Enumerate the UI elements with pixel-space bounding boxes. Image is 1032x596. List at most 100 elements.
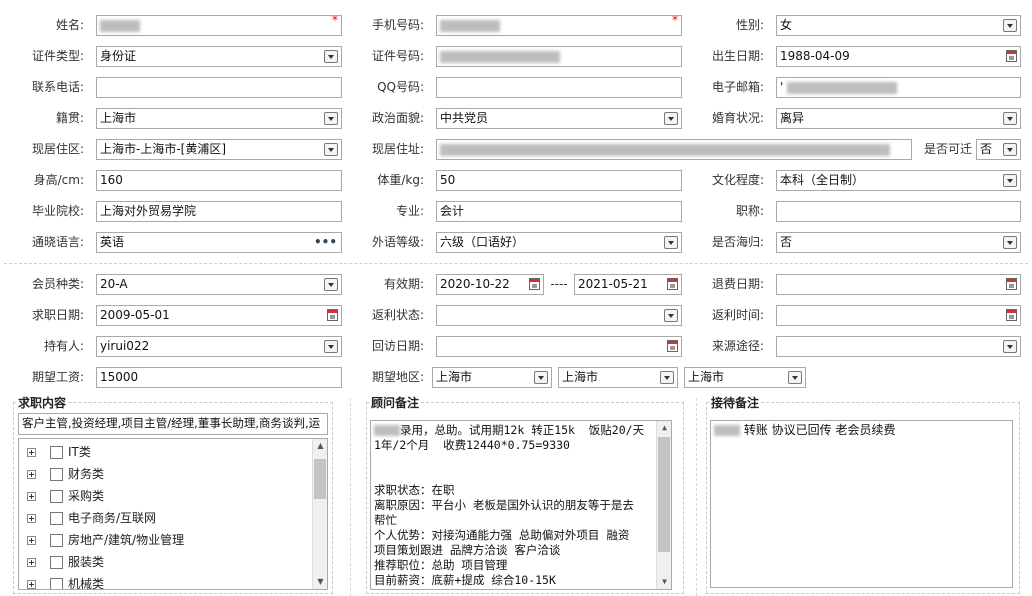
expand-icon[interactable] (27, 558, 36, 567)
chevron-down-icon[interactable] (324, 143, 338, 156)
scroll-up-icon[interactable]: ▲ (657, 421, 671, 435)
name-input[interactable]: * (96, 15, 342, 36)
chevron-down-icon[interactable] (1003, 174, 1017, 187)
calendar-icon[interactable] (1006, 278, 1017, 290)
overseas-select[interactable]: 否 (776, 232, 1021, 253)
scroll-up-icon[interactable]: ▲ (313, 439, 327, 453)
foreign-select[interactable]: 六级（口语好） (436, 232, 682, 253)
scroll-down-icon[interactable]: ▼ (313, 575, 327, 589)
checkbox[interactable] (50, 490, 63, 503)
chevron-down-icon[interactable] (1003, 143, 1017, 156)
calendar-icon[interactable] (667, 278, 678, 290)
chevron-down-icon[interactable] (664, 309, 678, 322)
redacted-value (440, 143, 890, 156)
expand-icon[interactable] (27, 580, 36, 589)
checkbox[interactable] (50, 468, 63, 481)
chevron-down-icon[interactable] (324, 50, 338, 63)
consultant-notes-textarea[interactable]: 录用，总助。试用期12k 转正15k 饭贴20/天 1年/2个月 收费12440*… (370, 420, 672, 590)
address-input[interactable] (436, 139, 912, 160)
relocate-select[interactable]: 否 (976, 139, 1021, 160)
weight-input[interactable]: 50 (436, 170, 682, 191)
checkbox[interactable] (50, 446, 63, 459)
marital-select[interactable]: 离异 (776, 108, 1021, 129)
chevron-down-icon[interactable] (660, 371, 674, 384)
tel-input[interactable] (96, 77, 342, 98)
region-province-select[interactable]: 上海市 (432, 367, 552, 388)
id-no-input[interactable] (436, 46, 682, 67)
political-select[interactable]: 中共党员 (436, 108, 682, 129)
expand-icon[interactable] (27, 514, 36, 523)
tree-item[interactable]: 采购类 (27, 485, 104, 507)
valid-to-input[interactable]: 2021-05-21 (574, 274, 682, 295)
tree-scrollbar[interactable]: ▲ ▼ (312, 439, 327, 589)
expand-icon[interactable] (27, 492, 36, 501)
expand-icon[interactable] (27, 470, 36, 479)
scroll-thumb[interactable] (658, 437, 670, 552)
checkbox[interactable] (50, 512, 63, 525)
chevron-down-icon[interactable] (324, 278, 338, 291)
phone-input[interactable]: * (436, 15, 682, 36)
job-date-input[interactable]: 2009-05-01 (96, 305, 342, 326)
chevron-down-icon[interactable] (324, 340, 338, 353)
tree-item[interactable]: 房地产/建筑/物业管理 (27, 529, 184, 551)
education-value: 本科（全日制） (780, 173, 865, 187)
tree-item[interactable]: 服装类 (27, 551, 104, 573)
calendar-icon[interactable] (667, 340, 678, 352)
calendar-icon[interactable] (1006, 309, 1017, 321)
chevron-down-icon[interactable] (664, 236, 678, 249)
source-select[interactable] (776, 336, 1021, 357)
reception-notes-textarea[interactable]: 转账 协议已回传 老会员续费 (710, 420, 1013, 588)
chevron-down-icon[interactable] (664, 112, 678, 125)
qq-input[interactable] (436, 77, 682, 98)
tree-item[interactable]: 电子商务/互联网 (27, 507, 156, 529)
rebate-status-select[interactable] (436, 305, 682, 326)
checkbox[interactable] (50, 534, 63, 547)
chevron-down-icon[interactable] (1003, 236, 1017, 249)
birth-date-input[interactable]: 1988-04-09 (776, 46, 1021, 67)
visit-date-input[interactable] (436, 336, 682, 357)
chevron-down-icon[interactable] (1003, 112, 1017, 125)
gender-select[interactable]: 女 (776, 15, 1021, 36)
required-mark: * (332, 15, 338, 27)
member-type-select[interactable]: 20-A (96, 274, 342, 295)
job-category-tree[interactable]: IT类 财务类 采购类 电子商务/互联网 房地产/建筑/物业管理 服装类 机械类 ▲ ▼ (18, 438, 328, 590)
scroll-thumb[interactable] (314, 459, 326, 499)
checkbox[interactable] (50, 578, 63, 589)
chevron-down-icon[interactable] (788, 371, 802, 384)
native-select[interactable]: 上海市 (96, 108, 342, 129)
tree-item[interactable]: 机械类 (27, 573, 104, 589)
scroll-down-icon[interactable]: ▼ (657, 575, 671, 589)
height-input[interactable]: 160 (96, 170, 342, 191)
expand-icon[interactable] (27, 448, 36, 457)
refund-date-input[interactable] (776, 274, 1021, 295)
chevron-down-icon[interactable] (1003, 340, 1017, 353)
chevron-down-icon[interactable] (324, 112, 338, 125)
notes-line: 1年/2个月 收费12440*0.75=9330 (374, 438, 570, 452)
calendar-icon[interactable] (1006, 50, 1017, 62)
rebate-time-input[interactable] (776, 305, 1021, 326)
tree-item[interactable]: IT类 (27, 441, 91, 463)
education-select[interactable]: 本科（全日制） (776, 170, 1021, 191)
calendar-icon[interactable] (529, 278, 540, 290)
holder-select[interactable]: yirui022 (96, 336, 342, 357)
notes-scrollbar[interactable]: ▲ ▼ (656, 421, 671, 589)
region-district-select[interactable]: 上海市 (684, 367, 806, 388)
school-input[interactable]: 上海对外贸易学院 (96, 201, 342, 222)
salary-input[interactable]: 15000 (96, 367, 342, 388)
title-input[interactable] (776, 201, 1021, 222)
tree-item[interactable]: 财务类 (27, 463, 104, 485)
more-icon[interactable]: ••• (314, 233, 337, 252)
calendar-icon[interactable] (327, 309, 338, 321)
email-input[interactable]: ' (776, 77, 1021, 98)
chevron-down-icon[interactable] (1003, 19, 1017, 32)
valid-from-input[interactable]: 2020-10-22 (436, 274, 544, 295)
expand-icon[interactable] (27, 536, 36, 545)
residence-select[interactable]: 上海市-上海市-[黄浦区] (96, 139, 342, 160)
id-type-select[interactable]: 身份证 (96, 46, 342, 67)
job-summary-input[interactable]: 客户主管,投资经理,项目主管/经理,董事长助理,商务谈判,运 (18, 413, 328, 435)
checkbox[interactable] (50, 556, 63, 569)
lang-input[interactable]: 英语 ••• (96, 232, 342, 253)
region-city-select[interactable]: 上海市 (558, 367, 678, 388)
major-input[interactable]: 会计 (436, 201, 682, 222)
chevron-down-icon[interactable] (534, 371, 548, 384)
